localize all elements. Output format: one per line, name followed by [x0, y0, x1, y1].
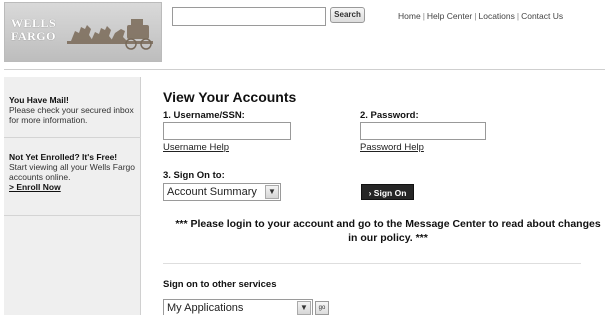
username-label: 1. Username/SSN:: [163, 110, 245, 121]
sign-on-button[interactable]: › Sign On: [361, 184, 414, 200]
username-help-link[interactable]: Username Help: [163, 142, 229, 153]
header-divider: [4, 69, 605, 70]
policy-notice: *** Please login to your account and go …: [175, 218, 601, 244]
other-services-select[interactable]: My Applications ▼: [163, 299, 313, 315]
mail-body: Please check your secured inbox for more…: [9, 105, 134, 125]
search-input[interactable]: [172, 7, 326, 26]
enroll-now-link[interactable]: > Enroll Now: [9, 182, 61, 192]
nav-link-contact-us[interactable]: Contact Us: [521, 11, 563, 21]
chevron-down-icon[interactable]: ▼: [297, 301, 311, 315]
other-services-label: Sign on to other services: [163, 279, 277, 290]
top-nav: Home | Help Center | Locations | Contact Us: [398, 11, 563, 21]
stagecoach-icon: [67, 19, 153, 50]
nav-link-locations[interactable]: Locations: [478, 11, 514, 21]
other-services-select-value: My Applications: [167, 302, 244, 314]
password-help-link[interactable]: Password Help: [360, 142, 424, 153]
signon-to-label: 3. Sign On to:: [163, 170, 225, 181]
enroll-title: Not Yet Enrolled? It's Free!: [9, 152, 118, 162]
section-divider: [163, 263, 581, 264]
wells-fargo-logo[interactable]: WELLS FARGO: [4, 2, 162, 62]
sidebar-divider: [4, 137, 141, 138]
go-button[interactable]: go: [315, 301, 329, 315]
signon-select[interactable]: Account Summary ▼: [163, 183, 281, 201]
mail-title: You Have Mail!: [9, 95, 69, 105]
header: WELLS FARGO Search Home | Help Center | Loca…: [0, 0, 605, 64]
password-input[interactable]: [360, 122, 486, 140]
search-button[interactable]: Search: [330, 7, 365, 23]
enroll-body: Start viewing all your Wells Fargo accou…: [9, 162, 135, 182]
chevron-down-icon[interactable]: ▼: [265, 185, 279, 199]
mail-panel: You Have Mail! Please check your secured…: [9, 95, 137, 125]
sidebar-divider: [4, 215, 141, 216]
page-title: View Your Accounts: [163, 89, 297, 105]
enroll-panel: Not Yet Enrolled? It's Free! Start viewi…: [9, 152, 137, 192]
sidebar: You Have Mail! Please check your secured…: [4, 77, 141, 315]
nav-link-home[interactable]: Home: [398, 11, 421, 21]
username-input[interactable]: [163, 122, 291, 140]
password-label: 2. Password:: [360, 110, 419, 121]
main-content: View Your Accounts 1. Username/SSN: User…: [163, 77, 605, 315]
signon-select-value: Account Summary: [167, 186, 257, 198]
logo-text: WELLS FARGO: [11, 16, 57, 43]
nav-link-help-center[interactable]: Help Center: [427, 11, 472, 21]
